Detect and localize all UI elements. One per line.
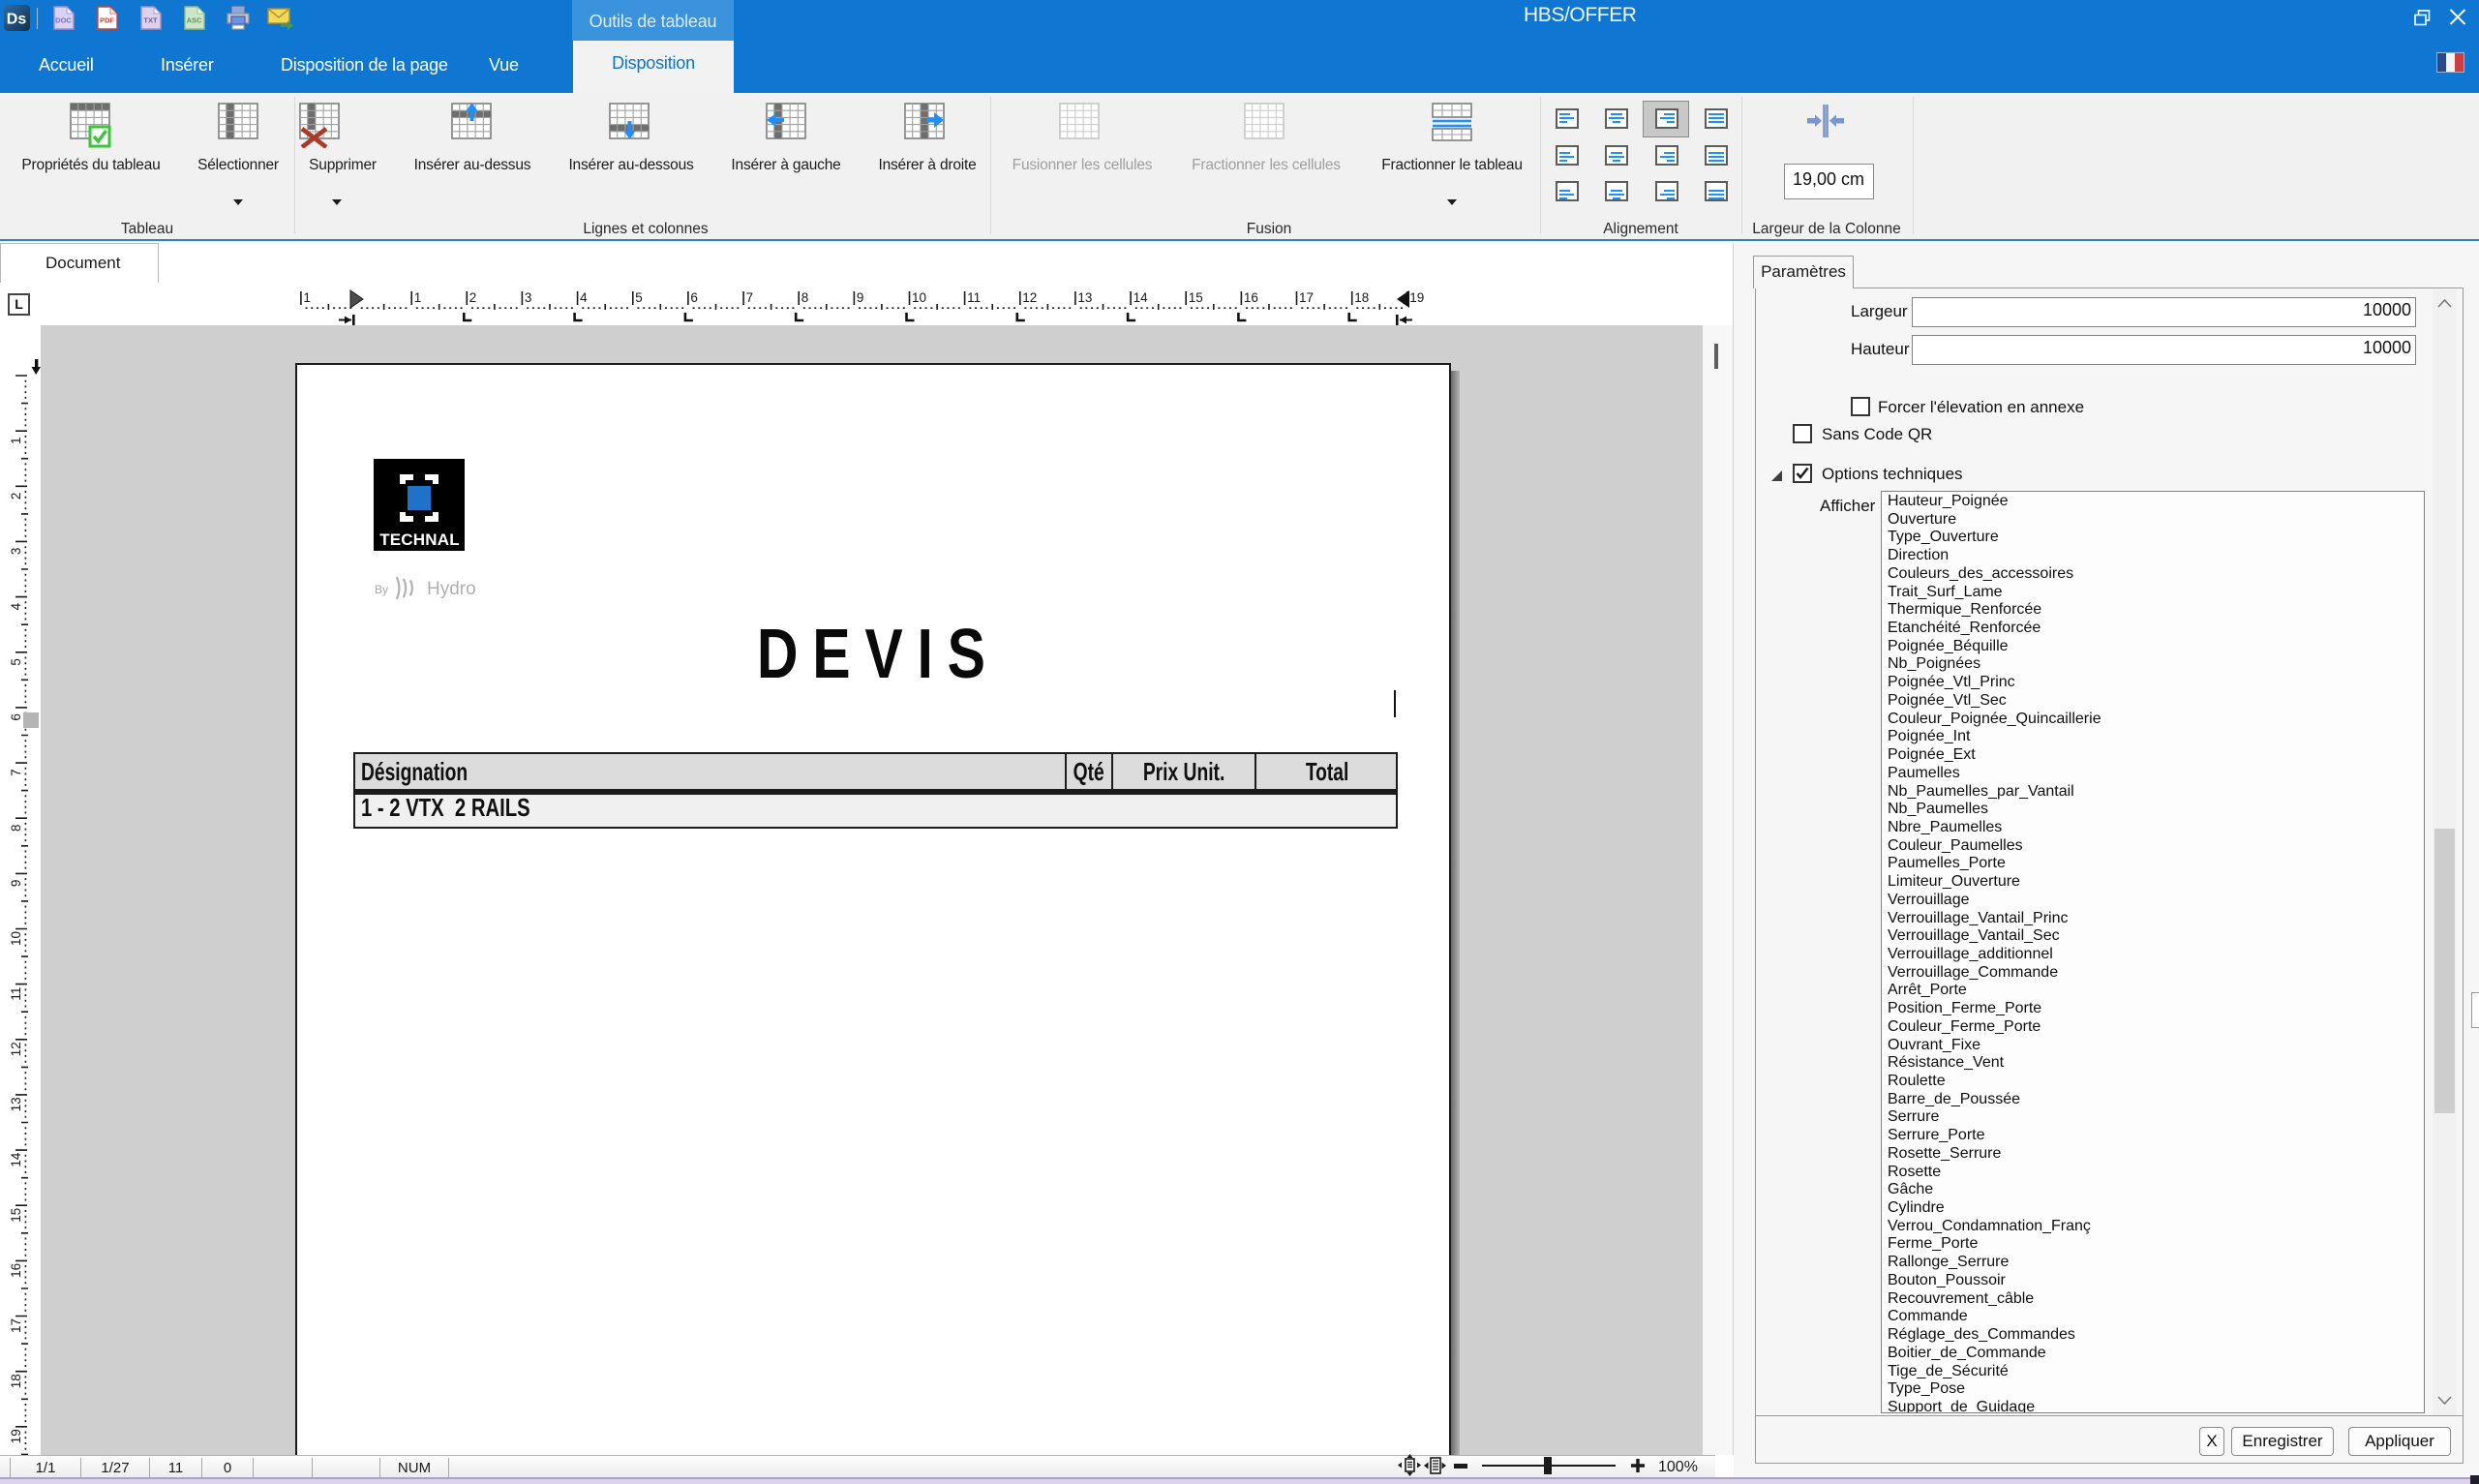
svg-text:1: 1 bbox=[303, 290, 311, 305]
svg-text:3: 3 bbox=[525, 290, 532, 305]
svg-text:11: 11 bbox=[967, 290, 981, 305]
svg-text:4: 4 bbox=[580, 290, 588, 305]
svg-text:9: 9 bbox=[857, 290, 864, 305]
svg-text:2: 2 bbox=[9, 493, 23, 500]
svg-text:TXT: TXT bbox=[143, 16, 158, 25]
svg-text:13: 13 bbox=[9, 1097, 23, 1111]
svg-text:10: 10 bbox=[9, 931, 23, 946]
svg-text:17: 17 bbox=[1299, 290, 1314, 305]
svg-text:7: 7 bbox=[9, 769, 23, 776]
svg-text:PDF: PDF bbox=[100, 16, 114, 25]
svg-text:3: 3 bbox=[9, 548, 23, 556]
svg-text:14: 14 bbox=[9, 1152, 23, 1167]
svg-text:12: 12 bbox=[9, 1042, 23, 1056]
svg-text:19: 19 bbox=[1409, 290, 1424, 305]
svg-text:15: 15 bbox=[9, 1208, 23, 1223]
svg-text:19: 19 bbox=[9, 1429, 23, 1443]
svg-text:6: 6 bbox=[690, 290, 698, 305]
svg-text:9: 9 bbox=[9, 880, 23, 888]
svg-text:1: 1 bbox=[414, 290, 422, 305]
svg-text:8: 8 bbox=[801, 290, 809, 305]
svg-text:TECHNAL: TECHNAL bbox=[379, 530, 460, 549]
svg-text:Ds: Ds bbox=[7, 12, 27, 28]
svg-text:13: 13 bbox=[1077, 290, 1092, 305]
svg-text:11: 11 bbox=[9, 987, 23, 1001]
svg-text:16: 16 bbox=[9, 1263, 23, 1278]
svg-text:12: 12 bbox=[1022, 290, 1037, 305]
svg-text:10: 10 bbox=[912, 290, 926, 305]
svg-text:DOC: DOC bbox=[55, 16, 72, 25]
svg-text:16: 16 bbox=[1244, 290, 1258, 305]
svg-text:5: 5 bbox=[635, 290, 643, 305]
svg-text:17: 17 bbox=[9, 1318, 23, 1333]
svg-text:4: 4 bbox=[9, 602, 23, 610]
svg-text:18: 18 bbox=[1354, 290, 1369, 305]
svg-text:15: 15 bbox=[1189, 290, 1203, 305]
svg-text:14: 14 bbox=[1134, 290, 1149, 305]
svg-text:5: 5 bbox=[9, 658, 23, 666]
svg-text:2: 2 bbox=[469, 290, 477, 305]
svg-text:7: 7 bbox=[746, 290, 754, 305]
svg-text:18: 18 bbox=[9, 1374, 23, 1388]
svg-text:ASC: ASC bbox=[187, 16, 202, 25]
svg-text:6: 6 bbox=[9, 713, 23, 721]
svg-text:8: 8 bbox=[9, 824, 23, 832]
svg-text:1: 1 bbox=[9, 437, 23, 444]
